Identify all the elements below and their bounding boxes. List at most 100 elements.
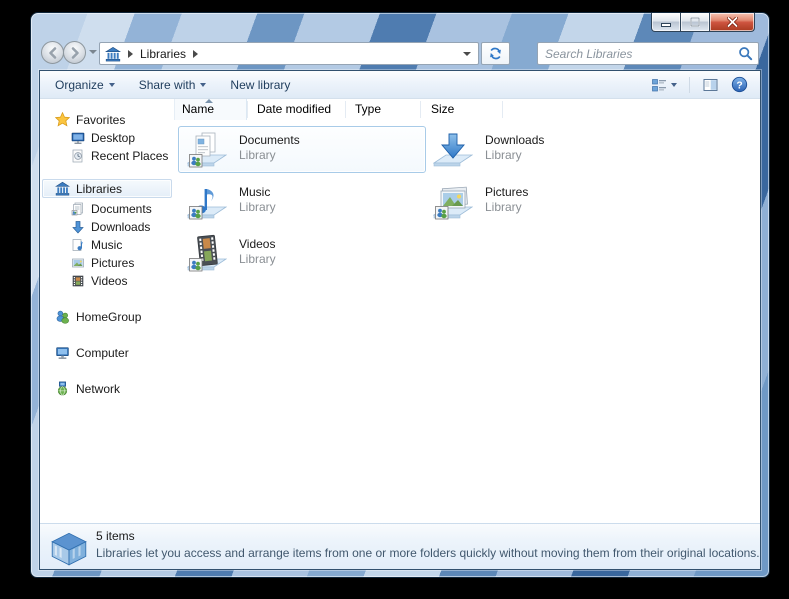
sidebar-item-desktop[interactable]: Desktop <box>42 128 172 147</box>
search-icon[interactable] <box>738 46 753 61</box>
change-view-button[interactable] <box>647 74 681 96</box>
library-item-pictures[interactable]: Pictures Library <box>424 178 672 225</box>
toolbar-separator <box>689 77 690 93</box>
search-input[interactable] <box>543 46 738 62</box>
minimize-button[interactable] <box>651 13 681 32</box>
share-with-label: Share with <box>139 78 196 92</box>
star-icon <box>55 112 70 127</box>
sidebar-label: Downloads <box>91 220 150 234</box>
help-icon: ? <box>731 76 748 93</box>
sidebar-item-videos[interactable]: Videos <box>42 271 172 290</box>
search-box[interactable] <box>537 42 759 65</box>
shared-badge-icon <box>190 155 203 168</box>
close-button[interactable] <box>709 13 755 32</box>
share-with-button[interactable]: Share with <box>130 74 216 96</box>
column-separator[interactable] <box>420 101 421 118</box>
column-header-type[interactable]: Type <box>355 102 381 116</box>
pictures-library-icon <box>71 256 85 270</box>
forward-button[interactable] <box>63 41 86 64</box>
sidebar-label: Favorites <box>76 113 125 127</box>
library-item-downloads[interactable]: Downloads Library <box>424 126 672 173</box>
address-dropdown-icon[interactable] <box>463 52 471 56</box>
column-header-size[interactable]: Size <box>431 102 454 116</box>
library-item-documents[interactable]: Documents Library <box>178 126 426 173</box>
pictures-library-icon <box>433 182 473 222</box>
sidebar-label: Computer <box>76 346 129 360</box>
item-name: Music <box>239 185 270 199</box>
sidebar-label: Pictures <box>91 256 134 270</box>
close-icon <box>727 17 738 27</box>
sidebar-item-pictures[interactable]: Pictures <box>42 253 172 272</box>
column-header-date-modified[interactable]: Date modified <box>257 102 331 116</box>
column-header-name[interactable]: Name <box>182 102 214 116</box>
item-type: Library <box>239 148 276 162</box>
forward-arrow-icon <box>68 46 82 60</box>
back-button[interactable] <box>41 41 64 64</box>
item-name: Videos <box>239 237 275 251</box>
file-list: Name Date modified Type Size <box>174 99 760 523</box>
address-bar[interactable]: Libraries <box>99 42 479 65</box>
breadcrumb-chevron-icon <box>128 50 133 58</box>
sidebar-label: Desktop <box>91 131 135 145</box>
documents-library-icon <box>187 130 227 170</box>
window-controls <box>651 13 755 32</box>
breadcrumb[interactable]: Libraries <box>140 47 186 61</box>
chevron-down-icon <box>109 83 115 87</box>
shared-badge-icon <box>190 207 203 220</box>
content-area: Favorites Desktop Recent Places <box>40 99 760 523</box>
sidebar-label: Recent Places <box>91 149 168 163</box>
refresh-button[interactable] <box>481 42 510 65</box>
network-icon <box>55 381 70 396</box>
views-icon <box>651 77 668 93</box>
restore-icon <box>690 17 700 27</box>
client-area: Organize Share with New library <box>39 70 761 570</box>
sidebar-item-recent-places[interactable]: Recent Places <box>42 146 172 165</box>
sidebar-item-libraries[interactable]: Libraries <box>42 179 172 198</box>
column-separator[interactable] <box>502 101 503 118</box>
new-library-label: New library <box>230 78 290 92</box>
downloads-icon <box>71 220 85 234</box>
chevron-down-icon <box>200 83 206 87</box>
restore-button[interactable] <box>681 13 709 32</box>
item-name: Documents <box>239 133 300 147</box>
sidebar-item-computer[interactable]: Computer <box>42 343 172 362</box>
item-count: 5 items <box>96 529 135 543</box>
item-type: Library <box>239 252 276 266</box>
preview-pane-button[interactable] <box>698 74 723 96</box>
explorer-window: Libraries Organize Share with <box>30 12 770 578</box>
sidebar-item-network[interactable]: Network <box>42 379 172 398</box>
refresh-icon <box>488 46 503 61</box>
desktop-background: { "navigation": { "breadcrumb": { "root"… <box>0 0 789 599</box>
libraries-3d-icon <box>48 529 90 567</box>
music-library-icon <box>187 182 227 222</box>
recent-pages-dropdown[interactable] <box>89 50 97 54</box>
sidebar-label: HomeGroup <box>76 310 141 324</box>
back-arrow-icon <box>46 46 60 60</box>
preview-pane-icon <box>702 77 719 93</box>
library-item-videos[interactable]: Videos Library <box>178 230 426 277</box>
item-name: Downloads <box>485 133 544 147</box>
sidebar-item-homegroup[interactable]: HomeGroup <box>42 307 172 326</box>
column-separator[interactable] <box>247 101 248 118</box>
sidebar-item-documents[interactable]: Documents <box>42 199 172 218</box>
help-button[interactable]: ? <box>727 73 752 96</box>
videos-library-icon <box>187 234 227 274</box>
command-bar: Organize Share with New library <box>40 71 760 99</box>
organize-button[interactable]: Organize <box>46 74 124 96</box>
homegroup-icon <box>55 309 70 324</box>
music-library-icon <box>71 238 85 252</box>
item-type: Library <box>485 148 522 162</box>
shared-badge-icon <box>436 207 449 220</box>
sidebar-item-favorites[interactable]: Favorites <box>42 110 172 129</box>
item-type: Library <box>239 200 276 214</box>
library-item-music[interactable]: Music Library <box>178 178 426 225</box>
sidebar-label: Videos <box>91 274 127 288</box>
column-separator[interactable] <box>345 101 346 118</box>
documents-library-icon <box>71 202 85 216</box>
sidebar-item-downloads[interactable]: Downloads <box>42 217 172 236</box>
sidebar-item-music[interactable]: Music <box>42 235 172 254</box>
sidebar-label: Music <box>91 238 122 252</box>
shared-badge-icon <box>190 259 203 272</box>
breadcrumb-chevron-icon[interactable] <box>193 50 198 58</box>
new-library-button[interactable]: New library <box>221 74 299 96</box>
